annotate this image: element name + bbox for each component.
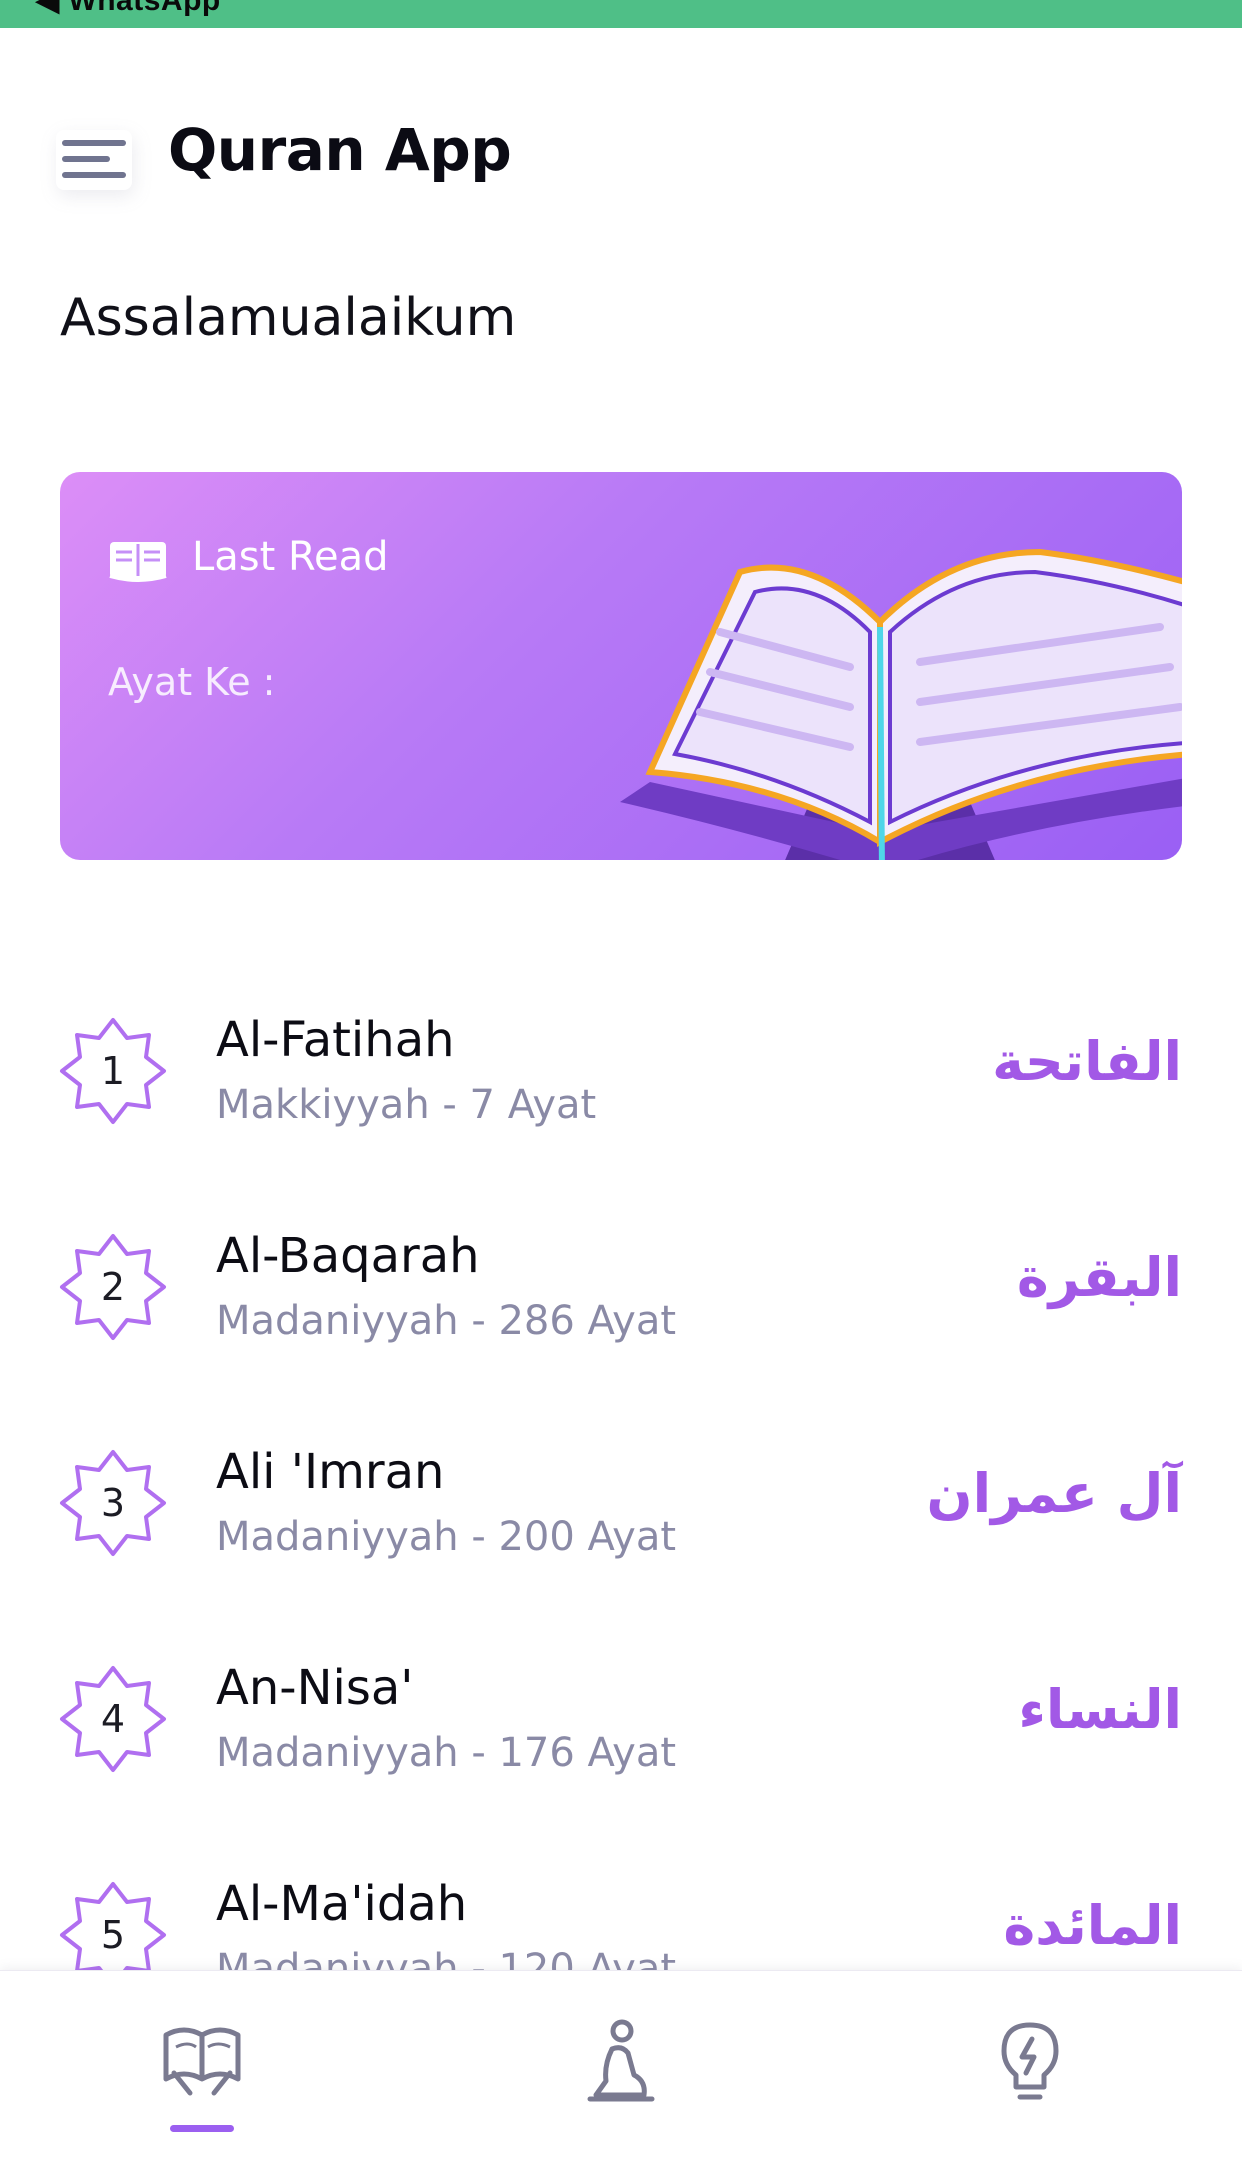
app-title: Quran App (168, 116, 512, 184)
prayer-person-icon (587, 2019, 655, 2102)
surah-meta: Madaniyyah - 176 Ayat (216, 1730, 677, 1776)
surah-number: 2 (100, 1265, 126, 1309)
surah-row[interactable]: 3 Ali 'Imran Madaniyyah - 200 Ayat آل عم… (0, 1402, 1242, 1618)
greeting-text: Assalamualaikum (60, 288, 517, 348)
surah-number: 3 (100, 1481, 126, 1525)
surah-arabic-name: البقرة (1016, 1246, 1182, 1309)
surah-list: 1 Al-Fatihah Makkiyyah - 7 Ayat الفاتحة … (0, 970, 1242, 1970)
quran-book-icon (163, 2027, 241, 2096)
surah-number-badge: 5 (58, 1880, 168, 1970)
surah-name: An-Nisa' (216, 1660, 414, 1716)
surah-number-badge: 1 (58, 1016, 168, 1126)
surah-number-badge: 3 (58, 1448, 168, 1558)
surah-row[interactable]: 5 Al-Ma'idah Madaniyyah - 120 Ayat المائ… (0, 1834, 1242, 1970)
back-to-whatsapp-link[interactable]: ◀ WhatsApp (36, 0, 221, 16)
open-quran-illustration (620, 548, 1182, 860)
surah-row[interactable]: 4 An-Nisa' Madaniyyah - 176 Ayat النساء (0, 1618, 1242, 1834)
last-read-card[interactable]: Last Read Ayat Ke : (60, 472, 1182, 860)
active-tab-indicator (170, 2125, 234, 2132)
surah-meta: Madaniyyah - 286 Ayat (216, 1298, 677, 1344)
surah-meta: Madaniyyah - 200 Ayat (216, 1514, 677, 1560)
surah-arabic-name: النساء (1018, 1678, 1182, 1741)
last-read-title: Last Read (192, 534, 389, 580)
surah-row[interactable]: 1 Al-Fatihah Makkiyyah - 7 Ayat الفاتحة (0, 970, 1242, 1186)
nav-tab-quran[interactable] (140, 1971, 264, 2170)
quran-app-screen: ◀ WhatsApp Quran App Assalamualaikum Las… (0, 0, 1242, 2170)
menu-button[interactable] (56, 130, 132, 190)
surah-number-badge: 4 (58, 1664, 168, 1774)
surah-arabic-name: المائدة (1003, 1894, 1182, 1957)
surah-number: 1 (100, 1049, 126, 1093)
status-bar: ◀ WhatsApp (0, 0, 1242, 28)
surah-name: Al-Baqarah (216, 1228, 480, 1284)
lightbulb-icon (1001, 2022, 1059, 2100)
surah-meta: Madaniyyah - 120 Ayat (216, 1946, 677, 1970)
surah-number: 4 (100, 1697, 126, 1741)
surah-number-badge: 2 (58, 1232, 168, 1342)
surah-arabic-name: الفاتحة (992, 1030, 1182, 1093)
nav-tab-prayer[interactable] (566, 1971, 676, 2170)
surah-meta: Makkiyyah - 7 Ayat (216, 1082, 597, 1128)
surah-number: 5 (100, 1913, 126, 1957)
surah-name: Al-Fatihah (216, 1012, 455, 1068)
surah-name: Al-Ma'idah (216, 1876, 468, 1932)
last-read-ayat-label: Ayat Ke : (108, 660, 276, 704)
surah-name: Ali 'Imran (216, 1444, 445, 1500)
nav-tab-tips[interactable] (980, 1971, 1080, 2170)
surah-row[interactable]: 2 Al-Baqarah Madaniyyah - 286 Ayat البقر… (0, 1186, 1242, 1402)
bottom-navigation-bar (0, 1970, 1242, 2170)
open-book-icon (109, 542, 167, 582)
app-header: Quran App (0, 100, 1242, 210)
surah-arabic-name: آل عمران (926, 1462, 1182, 1525)
